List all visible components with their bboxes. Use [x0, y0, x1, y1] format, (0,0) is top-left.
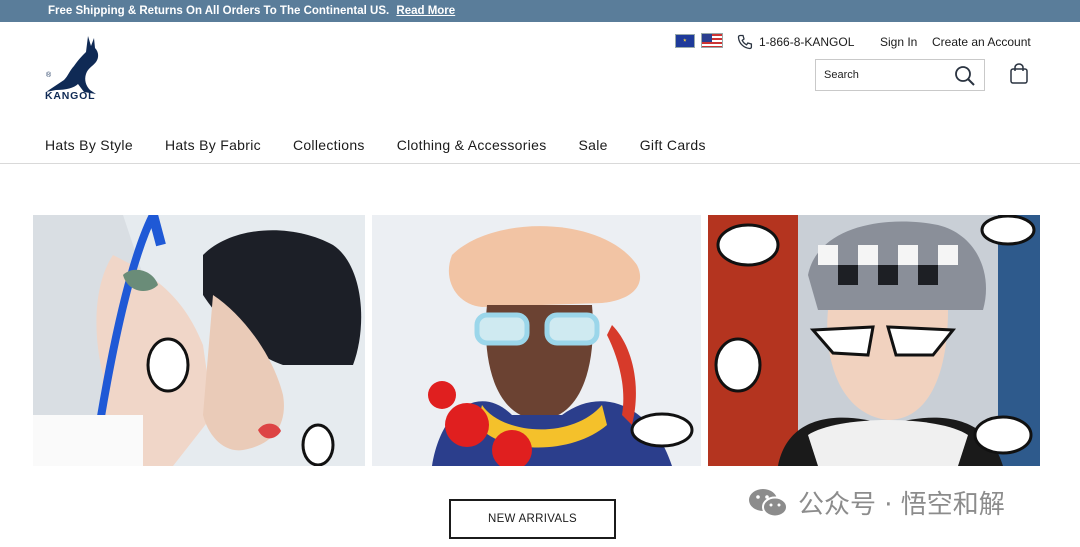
create-account-link[interactable]: Create an Account [932, 33, 1031, 51]
announcement-bar: Free Shipping & Returns On All Orders To… [0, 0, 1080, 22]
search-box [815, 59, 985, 91]
phone-icon [737, 34, 753, 50]
brand-name: KANGOL [45, 90, 96, 102]
new-arrivals-button[interactable]: NEW ARRIVALS [449, 499, 616, 539]
search-icon[interactable] [954, 65, 976, 87]
nav-collections[interactable]: Collections [293, 137, 365, 153]
model-fuzzy-beret-photo [372, 215, 701, 466]
nav-gift-cards[interactable]: Gift Cards [640, 137, 706, 153]
eu-flag-icon[interactable] [675, 34, 695, 48]
model-black-bucket-hat-photo [33, 215, 365, 466]
phone-link[interactable]: 1-866-8-KANGOL [737, 33, 854, 51]
read-more-link[interactable]: Read More [396, 5, 455, 17]
phone-number: 1-866-8-KANGOL [759, 35, 855, 49]
shopping-bag-icon[interactable] [1009, 63, 1029, 85]
hero-image-1[interactable] [33, 215, 365, 466]
us-flag-icon[interactable] [701, 33, 723, 48]
model-checkered-bucket-hat-photo [708, 215, 1040, 466]
wechat-icon [749, 488, 788, 517]
main-nav: Hats By Style Hats By Fabric Collections… [45, 137, 738, 153]
nav-divider [0, 163, 1080, 164]
hero-image-2[interactable] [372, 215, 701, 466]
nav-hats-by-style[interactable]: Hats By Style [45, 137, 133, 153]
watermark: 公众号 · 悟空和解 [748, 484, 1005, 521]
announcement-text: Free Shipping & Returns On All Orders To… [48, 5, 390, 17]
hero-image-3[interactable] [708, 215, 1040, 466]
nav-clothing-accessories[interactable]: Clothing & Accessories [397, 137, 547, 153]
registered-mark: ® [46, 72, 52, 79]
watermark-text: 公众号 · 悟空和解 [798, 490, 1005, 520]
nav-sale[interactable]: Sale [579, 137, 608, 153]
nav-hats-by-fabric[interactable]: Hats By Fabric [165, 137, 261, 153]
sign-in-link[interactable]: Sign In [880, 33, 917, 51]
search-input[interactable] [816, 60, 946, 90]
